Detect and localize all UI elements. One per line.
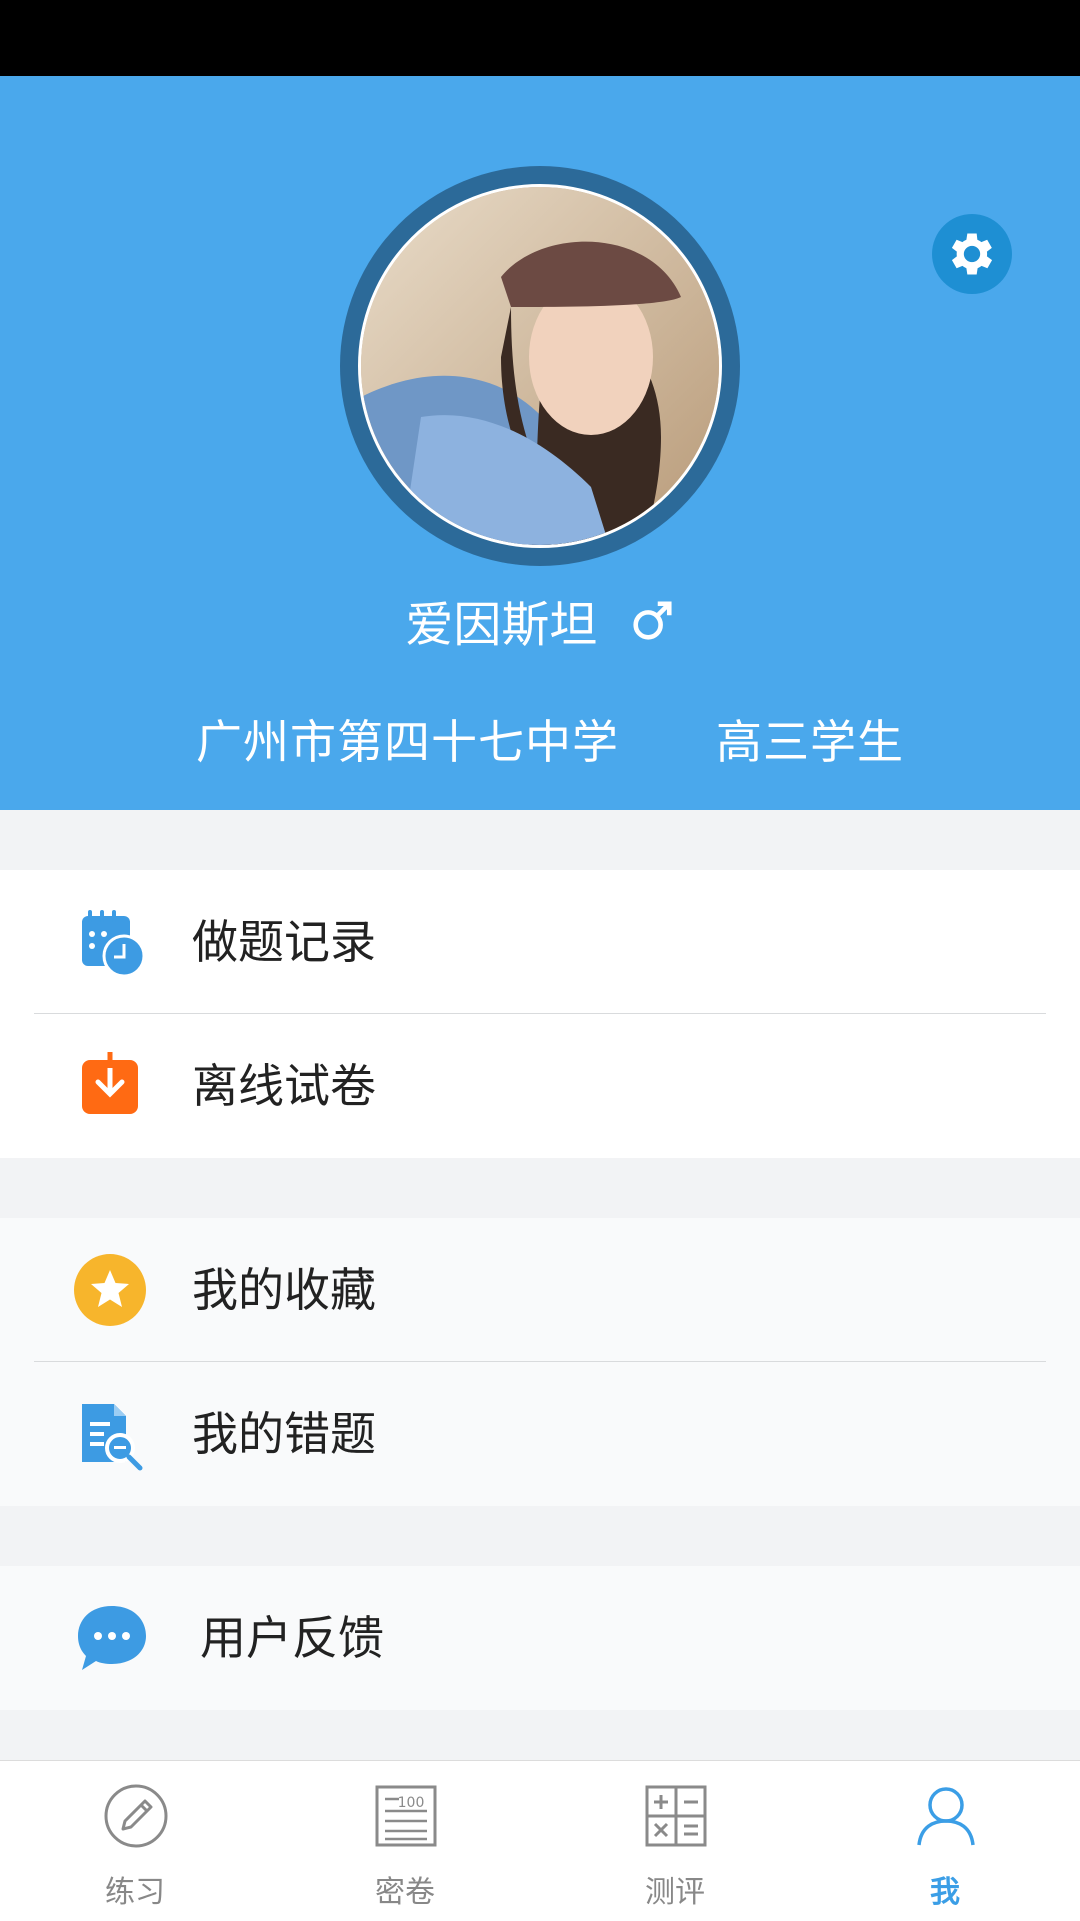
avatar-ring	[340, 166, 740, 566]
settings-button[interactable]	[932, 214, 1012, 294]
tab-label: 练习	[105, 1875, 165, 1910]
chat-bubble-icon	[78, 1606, 146, 1670]
status-bar	[0, 0, 1080, 76]
pencil-icon	[104, 1784, 168, 1848]
paper-100-icon: 100	[375, 1785, 437, 1847]
avatar[interactable]	[358, 184, 722, 548]
download-icon	[82, 1052, 138, 1114]
avatar-photo	[361, 187, 719, 545]
star-icon	[74, 1254, 146, 1326]
user-icon	[917, 1787, 975, 1846]
tab-label: 我	[930, 1875, 960, 1910]
tab-papers[interactable]: 100 密卷	[270, 1761, 540, 1921]
document-search-icon	[82, 1404, 143, 1471]
tab-label: 测评	[645, 1875, 705, 1910]
menu-group-collections: 我的收藏 我的错题	[0, 1218, 1080, 1506]
bottom-tab-bar: 练习 100 密卷 测评 我	[0, 1760, 1080, 1921]
tab-label: 密卷	[375, 1875, 435, 1910]
gear-icon	[951, 233, 993, 275]
profile-info-row: 广州市第四十七中学 高三学生	[0, 712, 1080, 772]
calculator-icon	[645, 1785, 707, 1847]
menu-item-offline-papers[interactable]: 离线试卷	[0, 1014, 1080, 1158]
menu-item-label: 用户反馈	[200, 1611, 384, 1665]
profile-name-row: 爱因斯坦	[0, 590, 1080, 660]
tab-me[interactable]: 我	[810, 1761, 1080, 1921]
menu-item-feedback[interactable]: 用户反馈	[0, 1566, 1080, 1710]
menu-item-label: 我的错题	[192, 1407, 376, 1461]
calendar-clock-icon	[82, 910, 146, 978]
menu-item-label: 离线试卷	[192, 1059, 376, 1113]
svg-text:100: 100	[398, 1795, 425, 1811]
menu-item-practice-history[interactable]: 做题记录	[0, 870, 1080, 1014]
menu-item-wrong-questions[interactable]: 我的错题	[0, 1362, 1080, 1506]
male-symbol-icon	[629, 593, 675, 663]
menu-item-label: 做题记录	[192, 915, 376, 969]
menu-item-label: 我的收藏	[192, 1263, 376, 1317]
menu-group-feedback: 用户反馈	[0, 1566, 1080, 1710]
menu-item-favorites[interactable]: 我的收藏	[0, 1218, 1080, 1362]
school-name: 广州市第四十七中学	[196, 715, 619, 769]
profile-name: 爱因斯坦	[405, 597, 598, 653]
grade-label: 高三学生	[716, 715, 904, 769]
tab-assessment[interactable]: 测评	[540, 1761, 810, 1921]
menu-group-records: 做题记录 离线试卷	[0, 870, 1080, 1158]
tab-practice[interactable]: 练习	[0, 1761, 270, 1921]
